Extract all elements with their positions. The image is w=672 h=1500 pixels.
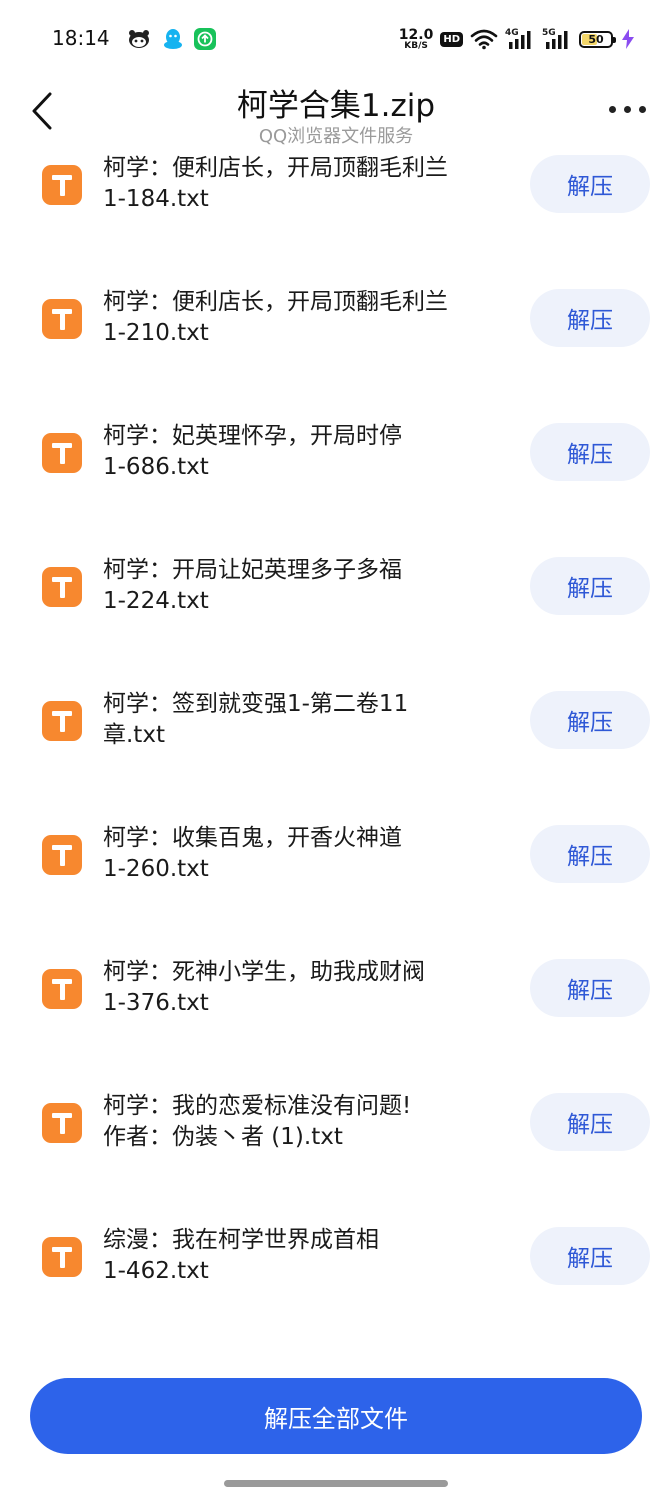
charging-bolt-icon xyxy=(622,29,634,49)
list-item: 柯学：签到就变强1-第二卷11 章.txt 解压 xyxy=(0,686,672,820)
file-name-line: 综漫：我在柯学世界成首相 xyxy=(103,1227,379,1253)
text-file-icon xyxy=(42,1103,82,1143)
qq-icon xyxy=(164,29,182,49)
file-name-line: 柯学：妃英理怀孕，开局时停 xyxy=(103,423,402,449)
signal-tag-5g: 5G xyxy=(542,28,556,38)
home-indicator[interactable] xyxy=(224,1480,448,1487)
text-file-icon xyxy=(42,567,82,607)
signal-tag-4g: 4G xyxy=(505,28,519,38)
extract-button[interactable]: 解压 xyxy=(530,959,650,1017)
battery-text: 50 xyxy=(588,32,604,46)
text-file-icon xyxy=(42,433,82,473)
file-list: 柯学：便利店长，开局顶翻毛利兰 1-184.txt 解压 柯学：便利店长，开局顶… xyxy=(0,150,672,1356)
text-file-icon xyxy=(42,165,82,205)
file-name-line: 柯学：收集百鬼，开香火神道 xyxy=(103,825,402,851)
file-name-line: 柯学：开局让妃英理多子多福 xyxy=(103,557,402,583)
file-name-line: 1-686.txt xyxy=(103,454,209,480)
panda-app-icon xyxy=(129,30,149,48)
file-name-line: 作者：伪装丶者 (1).txt xyxy=(103,1124,343,1150)
more-dots-icon[interactable] xyxy=(609,106,646,113)
header: 柯学合集1.zip QQ浏览器文件服务 xyxy=(0,78,672,150)
more-dot xyxy=(609,106,616,113)
file-name: 柯学：签到就变强1-第二卷11 章.txt xyxy=(103,689,508,751)
list-item: 柯学：便利店长，开局顶翻毛利兰 1-184.txt 解压 xyxy=(0,150,672,284)
list-item: 柯学：我的恋爱标准没有问题! 作者：伪装丶者 (1).txt 解压 xyxy=(0,1088,672,1222)
list-item: 柯学：死神小学生，助我成财阀 1-376.txt 解压 xyxy=(0,954,672,1088)
file-name-line: 1-184.txt xyxy=(103,186,209,212)
file-name-line: 1-224.txt xyxy=(103,588,209,614)
page-subtitle: QQ浏览器文件服务 xyxy=(258,126,414,147)
network-speed-value: 12.0 xyxy=(398,26,434,43)
network-speed-unit: KB/S xyxy=(404,40,428,51)
list-item: 柯学：开局让妃英理多子多福 1-224.txt 解压 xyxy=(0,552,672,686)
text-file-icon xyxy=(42,835,82,875)
file-name-line: 1-376.txt xyxy=(103,990,209,1016)
extract-button[interactable]: 解压 xyxy=(530,691,650,749)
text-file-icon xyxy=(42,969,82,1009)
file-name-line: 1-210.txt xyxy=(103,320,209,346)
hd-badge: HD xyxy=(440,31,463,47)
file-name: 柯学：收集百鬼，开香火神道 1-260.txt xyxy=(103,823,508,885)
list-item: 综漫：我在柯学世界成首相 1-462.txt 解压 xyxy=(0,1222,672,1356)
more-dot xyxy=(639,106,646,113)
file-name-line: 柯学：我的恋爱标准没有问题! xyxy=(103,1093,412,1119)
status-time: 18:14 xyxy=(52,26,110,50)
file-name: 柯学：妃英理怀孕，开局时停 1-686.txt xyxy=(103,421,508,483)
extract-all-button[interactable]: 解压全部文件 xyxy=(30,1378,642,1454)
battery-icon: 50 xyxy=(579,30,616,48)
extract-button[interactable]: 解压 xyxy=(530,825,650,883)
file-name-line: 章.txt xyxy=(103,722,165,748)
file-name-line: 柯学：便利店长，开局顶翻毛利兰 xyxy=(103,289,448,315)
extract-button[interactable]: 解压 xyxy=(530,289,650,347)
network-speed: 12.0 KB/S xyxy=(399,28,434,51)
text-file-icon xyxy=(42,299,82,339)
extract-button[interactable]: 解压 xyxy=(530,557,650,615)
cell-signal-5g: 5G xyxy=(542,28,572,50)
page-title: 柯学合集1.zip xyxy=(236,88,436,124)
file-name: 柯学：便利店长，开局顶翻毛利兰 1-210.txt xyxy=(103,287,508,349)
list-item: 柯学：收集百鬼，开香火神道 1-260.txt 解压 xyxy=(0,820,672,954)
text-file-icon xyxy=(42,1237,82,1277)
file-name: 柯学：我的恋爱标准没有问题! 作者：伪装丶者 (1).txt xyxy=(103,1091,508,1153)
file-name: 柯学：死神小学生，助我成财阀 1-376.txt xyxy=(103,957,508,1019)
list-item: 柯学：妃英理怀孕，开局时停 1-686.txt 解压 xyxy=(0,418,672,552)
file-name: 柯学：开局让妃英理多子多福 1-224.txt xyxy=(103,555,508,617)
cell-signal-4g: 4G xyxy=(505,28,535,50)
file-name-line: 柯学：便利店长，开局顶翻毛利兰 xyxy=(103,155,448,181)
file-name-line: 1-462.txt xyxy=(103,1258,209,1284)
extract-button[interactable]: 解压 xyxy=(530,1093,650,1151)
file-name: 柯学：便利店长，开局顶翻毛利兰 1-184.txt xyxy=(103,153,508,215)
extract-button[interactable]: 解压 xyxy=(530,155,650,213)
wifi-icon xyxy=(470,29,498,50)
file-name-line: 柯学：签到就变强1-第二卷11 xyxy=(103,691,409,717)
status-indicators: 12.0 KB/S HD 4G 5G 50 xyxy=(399,25,634,53)
text-file-icon xyxy=(42,701,82,741)
more-dot xyxy=(624,106,631,113)
extract-button[interactable]: 解压 xyxy=(530,423,650,481)
list-item: 柯学：便利店长，开局顶翻毛利兰 1-210.txt 解压 xyxy=(0,284,672,418)
file-name-line: 1-260.txt xyxy=(103,856,209,882)
green-app-icon xyxy=(194,28,216,50)
status-bar: 18:14 12.0 KB/S HD 4G 5G 50 xyxy=(0,0,672,78)
file-name: 综漫：我在柯学世界成首相 1-462.txt xyxy=(103,1225,508,1287)
file-name-line: 柯学：死神小学生，助我成财阀 xyxy=(103,959,425,985)
extract-button[interactable]: 解压 xyxy=(530,1227,650,1285)
